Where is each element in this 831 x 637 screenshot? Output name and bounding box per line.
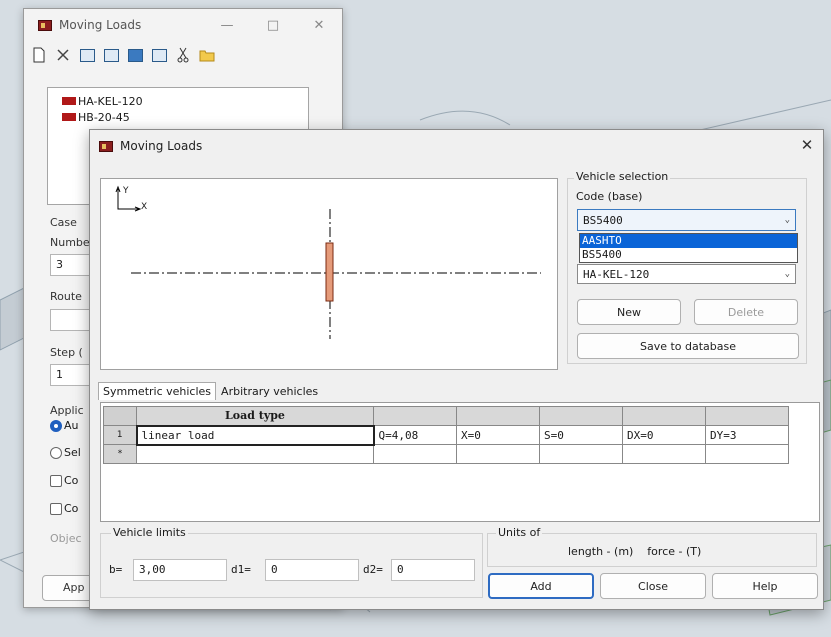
empty-cell[interactable] bbox=[373, 444, 457, 464]
maximize-button[interactable]: □ bbox=[250, 18, 296, 33]
new-row-marker[interactable]: * bbox=[103, 444, 137, 464]
header-load-type[interactable]: Load type bbox=[136, 406, 374, 426]
header-col-7[interactable] bbox=[705, 406, 789, 426]
row-header-column bbox=[103, 406, 137, 426]
header-col-5[interactable] bbox=[539, 406, 623, 426]
step-label: Step ( bbox=[50, 346, 83, 359]
empty-cell[interactable] bbox=[136, 444, 374, 464]
dialog-title: Moving Loads bbox=[120, 139, 203, 153]
list-item[interactable]: HB-20-45 bbox=[62, 109, 294, 125]
vehicle-select[interactable]: HA-KEL-120 ⌄ bbox=[577, 264, 796, 284]
close-button[interactable]: ✕ bbox=[296, 18, 342, 33]
preview-drawing bbox=[115, 185, 541, 339]
units-group: Units of length - (m) force - (T) bbox=[487, 526, 817, 567]
code-base-label: Code (base) bbox=[576, 190, 643, 203]
d1-label: d1= bbox=[231, 563, 251, 576]
back-window-titlebar: Moving Loads — □ ✕ bbox=[24, 9, 342, 41]
apply-label: Applic bbox=[50, 404, 84, 417]
vehicle-tabs: Symmetric vehicles Arbitrary vehicles bbox=[98, 382, 323, 400]
case-label: Case bbox=[50, 216, 77, 229]
radio-auto[interactable]: Au bbox=[50, 419, 79, 432]
delete-button[interactable]: Delete bbox=[694, 299, 798, 325]
units-text: length - (m) force - (T) bbox=[568, 545, 702, 558]
new-document-icon[interactable] bbox=[30, 46, 48, 64]
radio-selected[interactable]: Sel bbox=[50, 446, 81, 459]
load-type-cell[interactable]: linear load bbox=[135, 424, 375, 446]
row-number[interactable]: 1 bbox=[103, 425, 137, 445]
tab-arbitrary-vehicles[interactable]: Arbitrary vehicles bbox=[216, 382, 323, 400]
delete-icon[interactable] bbox=[54, 46, 72, 64]
view-icons-icon[interactable] bbox=[78, 46, 96, 64]
loads-table[interactable]: Load type 1 linear load Q=4,08 X=0 S=0 D… bbox=[103, 406, 789, 464]
add-button[interactable]: Add bbox=[488, 573, 594, 599]
x-cell[interactable]: X=0 bbox=[456, 425, 540, 445]
dropdown-option-bs5400[interactable]: BS5400 bbox=[580, 248, 797, 262]
checkbox-2[interactable]: Co bbox=[50, 502, 78, 515]
axis-y-label: Y bbox=[123, 186, 129, 196]
tab-symmetric-vehicles[interactable]: Symmetric vehicles bbox=[98, 382, 217, 400]
empty-cell[interactable] bbox=[622, 444, 706, 464]
help-button[interactable]: Help bbox=[712, 573, 818, 599]
vehicle-icon bbox=[62, 113, 76, 121]
code-dropdown-list[interactable]: AASHTO BS5400 bbox=[579, 233, 798, 263]
axis-x-label: X bbox=[141, 202, 148, 212]
units-legend: Units of bbox=[496, 526, 543, 539]
back-window-toolbar bbox=[24, 41, 342, 69]
new-button[interactable]: New bbox=[577, 299, 681, 325]
d2-input[interactable]: 0 bbox=[391, 559, 475, 581]
vehicle-selection-legend: Vehicle selection bbox=[574, 170, 671, 183]
save-to-database-button[interactable]: Save to database bbox=[577, 333, 799, 359]
dialog-close-button[interactable]: ✕ bbox=[797, 136, 817, 156]
vehicle-icon bbox=[62, 97, 76, 105]
table-header-row: Load type bbox=[103, 406, 789, 426]
number-label: Numbe bbox=[50, 236, 90, 249]
empty-cell[interactable] bbox=[539, 444, 623, 464]
dx-cell[interactable]: DX=0 bbox=[622, 425, 706, 445]
empty-cell[interactable] bbox=[705, 444, 789, 464]
table-row[interactable]: 1 linear load Q=4,08 X=0 S=0 DX=0 DY=3 bbox=[103, 424, 789, 446]
open-folder-icon[interactable] bbox=[198, 46, 216, 64]
view-list-icon[interactable] bbox=[126, 46, 144, 64]
chevron-down-icon: ⌄ bbox=[784, 269, 790, 279]
b-label: b= bbox=[109, 563, 123, 576]
dropdown-option-aashto[interactable]: AASHTO bbox=[580, 234, 797, 248]
close-button[interactable]: Close bbox=[600, 573, 706, 599]
vehicle-selection-group: Vehicle selection Code (base) BS5400 ⌄ H… bbox=[567, 166, 807, 366]
empty-cell[interactable] bbox=[456, 444, 540, 464]
view-small-icons-icon[interactable] bbox=[102, 46, 120, 64]
minimize-button[interactable]: — bbox=[204, 18, 250, 33]
b-input[interactable]: 3,00 bbox=[133, 559, 227, 581]
header-col-6[interactable] bbox=[622, 406, 706, 426]
vehicle-limits-legend: Vehicle limits bbox=[111, 526, 188, 539]
app-icon bbox=[99, 140, 113, 152]
app-icon bbox=[38, 19, 52, 31]
view-details-icon[interactable] bbox=[150, 46, 168, 64]
back-window-title: Moving Loads bbox=[59, 18, 142, 32]
code-select[interactable]: BS5400 ⌄ bbox=[577, 209, 796, 231]
objects-label: Objec bbox=[50, 532, 82, 545]
dy-cell[interactable]: DY=3 bbox=[705, 425, 789, 445]
chevron-down-icon: ⌄ bbox=[784, 215, 790, 225]
vehicle-limits-group: Vehicle limits b= 3,00 d1= 0 d2= 0 bbox=[100, 526, 483, 598]
loads-grid[interactable]: Load type 1 linear load Q=4,08 X=0 S=0 D… bbox=[100, 402, 820, 522]
d2-label: d2= bbox=[363, 563, 383, 576]
route-label: Route bbox=[50, 290, 82, 303]
header-col-4[interactable] bbox=[456, 406, 540, 426]
cut-icon[interactable] bbox=[174, 46, 192, 64]
list-item[interactable]: HA-KEL-120 bbox=[62, 93, 294, 109]
checkbox-1[interactable]: Co bbox=[50, 474, 78, 487]
moving-loads-dialog: Moving Loads ✕ Y X Vehicle selection Cod… bbox=[89, 129, 824, 610]
d1-input[interactable]: 0 bbox=[265, 559, 359, 581]
table-row-new[interactable]: * bbox=[103, 444, 789, 464]
header-col-3[interactable] bbox=[373, 406, 457, 426]
vehicle-preview: Y X bbox=[100, 178, 558, 370]
q-cell[interactable]: Q=4,08 bbox=[373, 425, 457, 445]
dialog-titlebar: Moving Loads bbox=[90, 130, 823, 162]
s-cell[interactable]: S=0 bbox=[539, 425, 623, 445]
